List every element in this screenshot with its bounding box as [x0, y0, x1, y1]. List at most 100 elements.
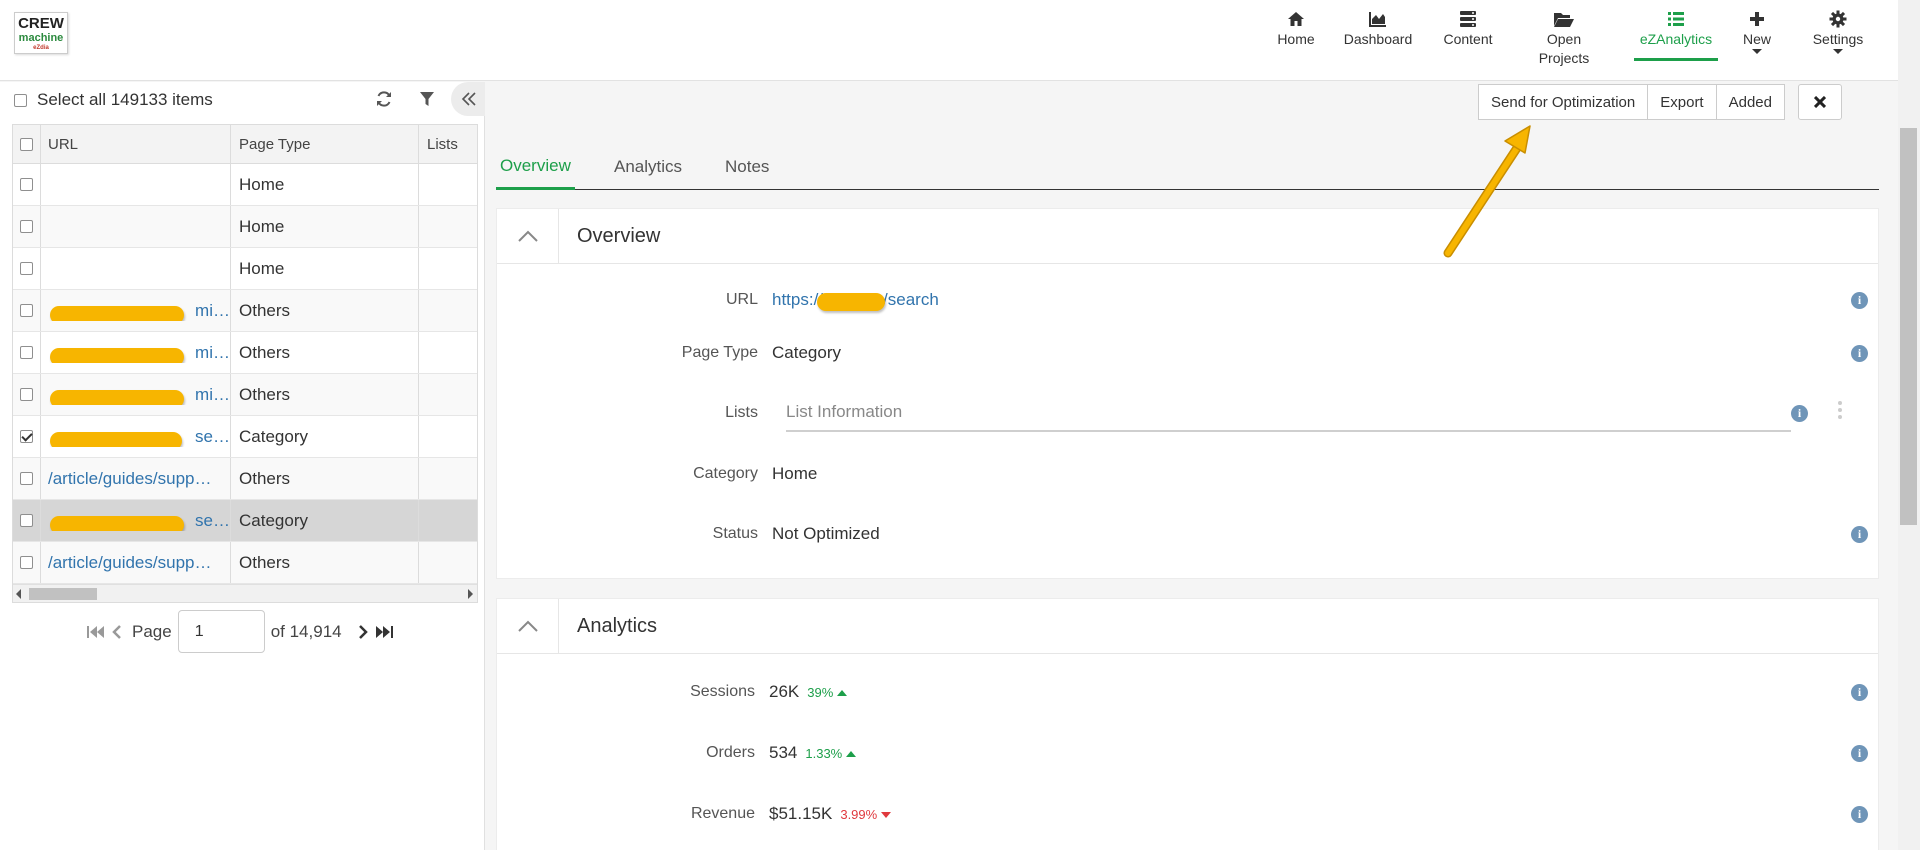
row-url-link[interactable]: /article/guides/supp…: [48, 553, 230, 573]
page-number-input[interactable]: [177, 610, 265, 653]
export-button[interactable]: Export: [1647, 84, 1717, 120]
vertical-scrollbar[interactable]: [1898, 0, 1920, 850]
table-row[interactable]: mi… Others: [13, 332, 477, 374]
column-header-url[interactable]: URL: [41, 125, 231, 163]
row-checkbox[interactable]: [20, 346, 33, 359]
server-icon: [1460, 11, 1476, 27]
nav-dashboard[interactable]: Dashboard: [1342, 10, 1414, 49]
row-lists: [419, 500, 477, 541]
nav-ezanalytics[interactable]: eZAnalytics: [1634, 10, 1718, 61]
header-checkbox[interactable]: [20, 137, 33, 151]
overview-card-header[interactable]: Overview: [497, 208, 1878, 264]
nav-content[interactable]: Content: [1440, 10, 1496, 49]
field-status: Status Not Optimized i: [497, 519, 1880, 549]
collapse-panel-button[interactable]: [451, 82, 485, 116]
orders-metric: 534 1.33%: [769, 743, 857, 763]
row-lists: [419, 248, 477, 289]
row-url-link[interactable]: mi…: [48, 301, 230, 321]
select-all[interactable]: Select all 149133 items: [14, 90, 213, 110]
row-checkbox[interactable]: [20, 514, 33, 527]
send-for-optimization-button[interactable]: Send for Optimization: [1478, 84, 1649, 120]
first-page-icon[interactable]: [86, 624, 106, 640]
row-url-text: mi…: [195, 384, 230, 404]
nav-open-projects-label: Open Projects: [1538, 31, 1590, 66]
more-options-icon[interactable]: [1838, 401, 1842, 422]
info-icon[interactable]: i: [1851, 744, 1868, 762]
row-url-link[interactable]: /article/guides/supp…: [48, 469, 230, 489]
table-row[interactable]: mi… Others: [13, 374, 477, 416]
table-row[interactable]: Home: [13, 164, 477, 206]
scrollbar-thumb[interactable]: [29, 588, 97, 600]
tab-notes[interactable]: Notes: [721, 145, 773, 189]
row-lists: [419, 332, 477, 373]
table-row[interactable]: se… Category: [13, 500, 477, 542]
info-icon[interactable]: i: [1851, 291, 1868, 309]
collapse-section-button[interactable]: [497, 208, 559, 264]
info-icon[interactable]: i: [1851, 344, 1868, 362]
column-header-lists[interactable]: Lists: [419, 125, 477, 163]
chevron-up-icon: [517, 230, 538, 242]
prev-page-icon[interactable]: [110, 624, 124, 640]
collapse-section-button[interactable]: [497, 598, 559, 654]
table-row[interactable]: se… Category: [13, 416, 477, 458]
column-header-page-type[interactable]: Page Type: [231, 125, 419, 163]
row-url-link[interactable]: mi…: [48, 385, 230, 405]
row-checkbox[interactable]: [20, 220, 33, 233]
info-icon[interactable]: i: [1851, 525, 1868, 543]
refresh-icon[interactable]: [375, 90, 393, 108]
url-prefix: https://: [772, 290, 824, 309]
redaction-mark: [50, 515, 184, 531]
table-row[interactable]: mi… Others: [13, 290, 477, 332]
close-button[interactable]: [1798, 84, 1842, 120]
select-all-checkbox[interactable]: [14, 93, 27, 107]
redaction-mark: [817, 293, 886, 311]
horizontal-scrollbar[interactable]: [13, 584, 477, 602]
row-url-link[interactable]: se…: [48, 511, 230, 531]
row-lists: [419, 458, 477, 499]
table-row[interactable]: Home: [13, 206, 477, 248]
row-page-type: Category: [231, 500, 419, 541]
next-page-icon[interactable]: [356, 624, 370, 640]
row-checkbox[interactable]: [20, 472, 33, 485]
nav-home[interactable]: Home: [1276, 10, 1316, 49]
row-checkbox[interactable]: [20, 556, 33, 569]
row-checkbox[interactable]: [20, 262, 33, 275]
orders-label: Orders: [706, 744, 755, 761]
info-icon[interactable]: i: [1851, 683, 1868, 701]
pagination: Page of 14,914: [86, 610, 394, 653]
row-lists: [419, 206, 477, 247]
row-checkbox[interactable]: [20, 430, 33, 443]
row-checkbox[interactable]: [20, 304, 33, 317]
lists-input[interactable]: List Information: [786, 394, 1791, 432]
tab-analytics[interactable]: Analytics: [610, 145, 686, 189]
table-row[interactable]: /article/guides/supp… Others: [13, 458, 477, 500]
row-page-type: Others: [231, 374, 419, 415]
row-url-link[interactable]: mi…: [48, 343, 230, 363]
home-icon: [1288, 12, 1304, 26]
sessions-label: Sessions: [690, 683, 755, 700]
row-url-link[interactable]: se…: [48, 427, 230, 447]
info-icon[interactable]: i: [1791, 404, 1808, 422]
table-row[interactable]: /article/guides/supp… Others: [13, 542, 477, 584]
filter-icon[interactable]: [419, 91, 435, 107]
row-checkbox[interactable]: [20, 388, 33, 401]
scrollbar-thumb[interactable]: [1900, 128, 1917, 525]
tab-overview[interactable]: Overview: [496, 145, 575, 190]
category-value: Home: [772, 464, 818, 483]
nav-new[interactable]: New: [1742, 10, 1772, 54]
analytics-card-header[interactable]: Analytics: [497, 598, 1878, 654]
last-page-icon[interactable]: [374, 624, 394, 640]
table-row[interactable]: Home: [13, 248, 477, 290]
scroll-right-icon[interactable]: [468, 589, 473, 599]
added-button[interactable]: Added: [1715, 84, 1785, 120]
app-logo[interactable]: CREW machine eZdia: [14, 12, 68, 54]
nav-settings[interactable]: Settings: [1810, 10, 1866, 54]
row-checkbox[interactable]: [20, 178, 33, 191]
info-icon[interactable]: i: [1851, 805, 1868, 823]
redaction-mark: [50, 389, 184, 405]
url-link[interactable]: https:// /search: [772, 290, 939, 311]
scroll-left-icon[interactable]: [16, 589, 21, 599]
double-chevron-left-icon: [461, 92, 476, 106]
nav-open-projects[interactable]: Open Projects: [1534, 10, 1594, 68]
logo-text-crew: CREW: [18, 15, 64, 32]
